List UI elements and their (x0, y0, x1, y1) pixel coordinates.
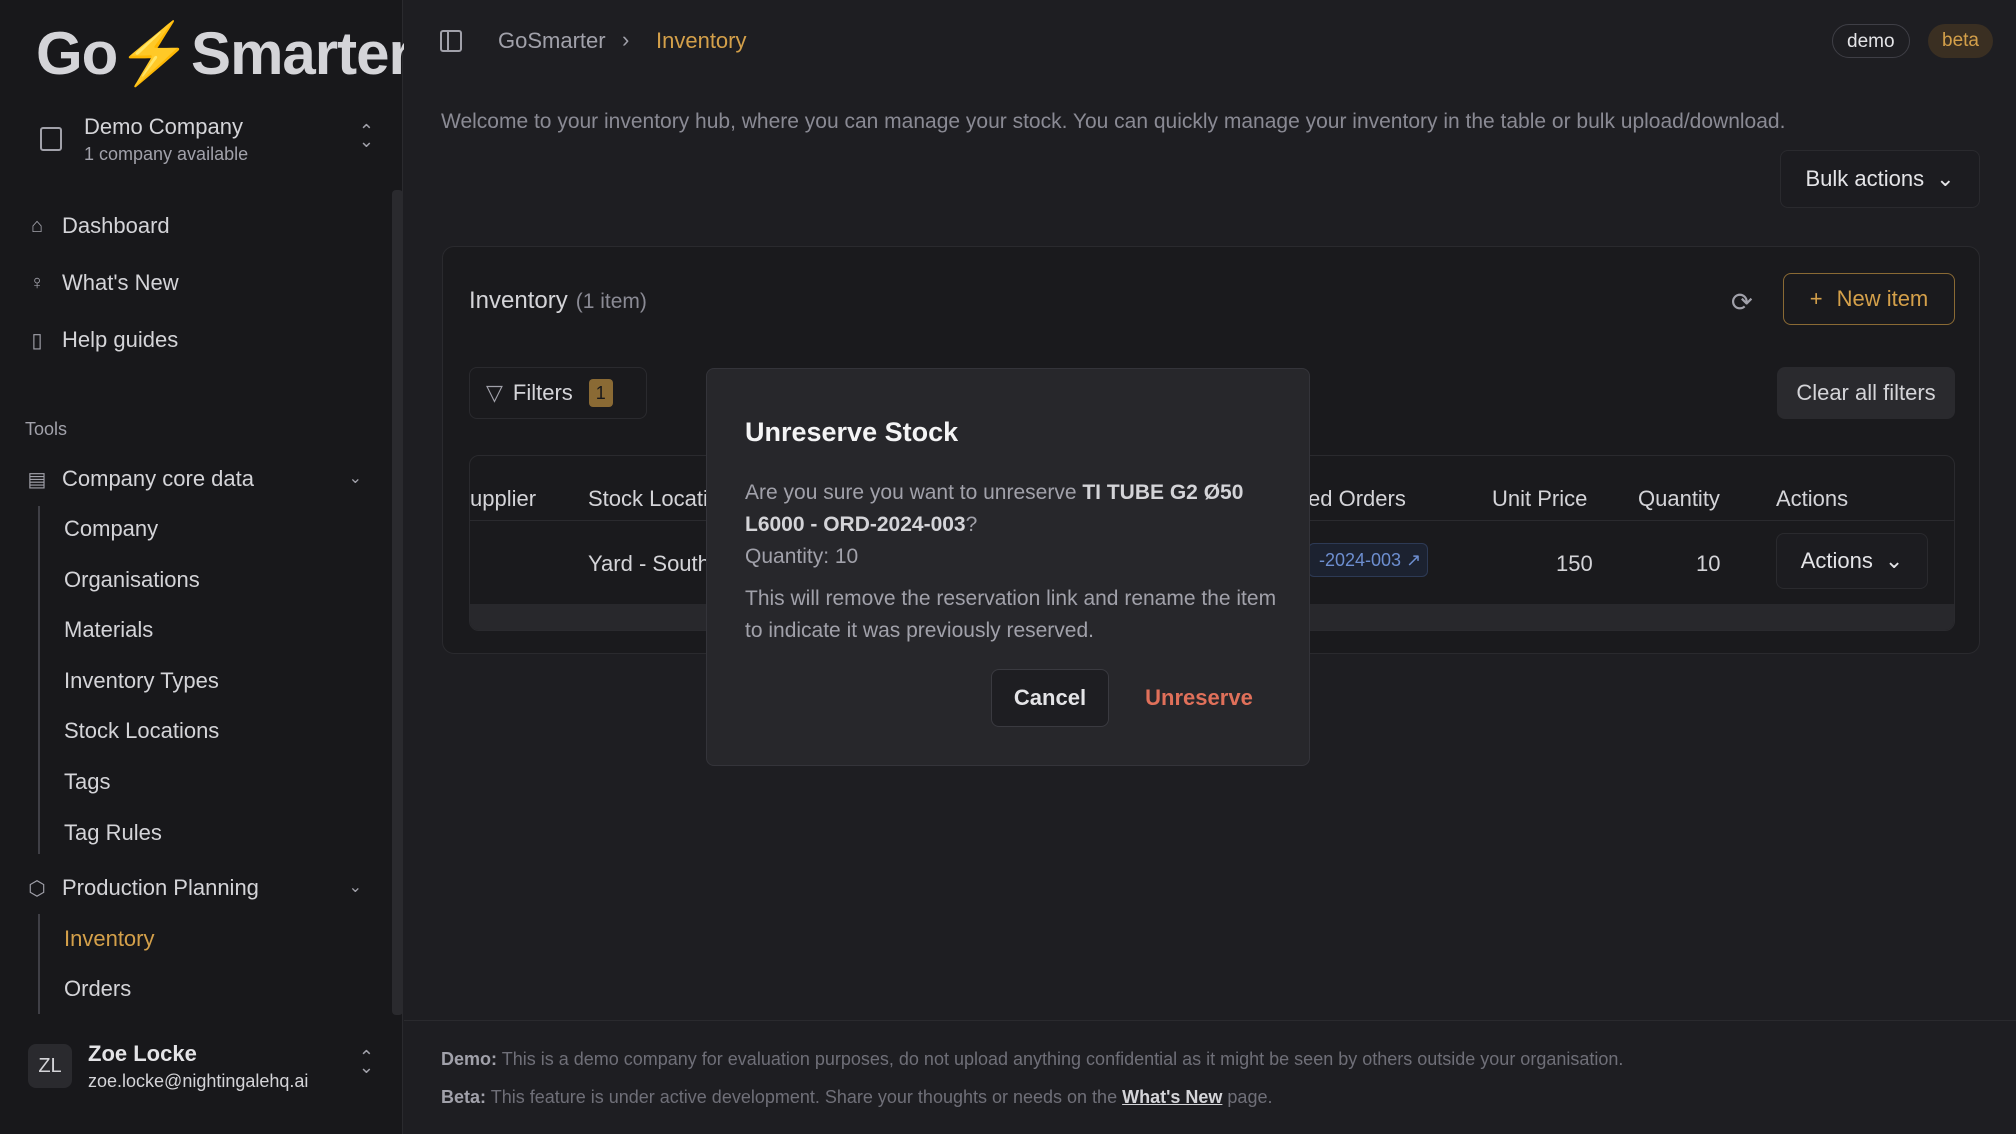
nav-stock-locations[interactable]: Stock Locations (64, 718, 219, 744)
topbar: GoSmarter › Inventory demo beta (404, 0, 2016, 80)
box-icon: ⬡ (28, 877, 46, 900)
breadcrumb-root[interactable]: GoSmarter (498, 28, 606, 54)
beta-notice: Beta: This feature is under active devel… (441, 1087, 1273, 1107)
order-link[interactable]: -2024-003 ↗ (1308, 543, 1428, 577)
app: Go⚡Smarter Demo Company 1 company availa… (0, 0, 2016, 1134)
whats-new-link[interactable]: What's New (1122, 1087, 1222, 1107)
chevron-right-icon: › (622, 27, 630, 52)
nav-company-core-data[interactable]: ▤ Company core data (24, 459, 364, 499)
building-icon: ▤ (27, 468, 47, 491)
company-name: Demo Company (84, 113, 243, 139)
inbox-icon: ⌂ (30, 214, 44, 237)
footer: Demo: This is a demo company for evaluat… (404, 1020, 2016, 1134)
nav-tags[interactable]: Tags (64, 769, 110, 795)
bolt-icon: ⚡ (117, 20, 192, 87)
breadcrumb-current: Inventory (656, 28, 747, 53)
cell-quantity: 10 (1696, 551, 1721, 576)
clear-filters-button[interactable]: Clear all filters (1777, 367, 1955, 419)
bulk-actions-button[interactable]: Bulk actions ⌄ (1780, 150, 1980, 208)
nav-materials[interactable]: Materials (64, 617, 153, 643)
col-reserved-orders[interactable]: ed Orders (1308, 486, 1406, 512)
demo-notice: Demo: This is a demo company for evaluat… (441, 1049, 1624, 1069)
dialog-body: Are you sure you want to unreserve TI TU… (745, 481, 1244, 536)
tree-line (38, 506, 40, 854)
beta-badge: beta (1928, 24, 1993, 58)
sidebar: Go⚡Smarter Demo Company 1 company availa… (0, 0, 412, 1134)
demo-badge: demo (1832, 24, 1910, 58)
unreserve-button[interactable]: Unreserve (1135, 669, 1263, 727)
item-count: (1 item) (575, 290, 647, 313)
chevron-down-icon: ⌄ (348, 470, 362, 487)
chevron-down-icon: ⌄ (1884, 548, 1904, 573)
inventory-title: Inventory (1 item) (469, 287, 647, 314)
col-stock-location[interactable]: Stock Locati (588, 486, 708, 512)
cell-unit-price: 150 (1556, 551, 1593, 576)
nav-inventory-types[interactable]: Inventory Types (64, 668, 219, 694)
col-actions: Actions (1776, 486, 1849, 511)
dialog-quantity: Quantity: 10 (745, 545, 859, 568)
welcome-text: Welcome to your inventory hub, where you… (441, 110, 1786, 133)
col-unit-price[interactable]: Unit Price (1492, 486, 1587, 512)
chevron-up-down-icon: ⌃ ⌄ (358, 121, 374, 151)
nav-dashboard[interactable]: ⌂ Dashboard (24, 206, 170, 246)
new-item-button[interactable]: + New item (1783, 273, 1955, 325)
cell-location: Yard - South (588, 551, 710, 576)
nav-orders[interactable]: Orders (64, 976, 131, 1002)
filters-button[interactable]: ▽ Filters 1 (469, 367, 647, 419)
tools-label: Tools (25, 419, 68, 439)
sidebar-toggle-icon[interactable] (440, 30, 462, 52)
sidebar-scrollbar[interactable] (392, 190, 403, 1015)
chevron-down-icon: ⌄ (1936, 166, 1955, 191)
user-name: Zoe Locke (88, 1040, 197, 1066)
row-actions-button[interactable]: Actions ⌄ (1776, 533, 1928, 589)
avatar: ZL (28, 1044, 72, 1088)
company-switcher[interactable]: Demo Company 1 company available ⌃ ⌄ (26, 104, 382, 174)
nav-inventory[interactable]: Inventory (64, 926, 155, 952)
nav-help-guides[interactable]: ▯ Help guides (24, 320, 178, 360)
cancel-button[interactable]: Cancel (991, 669, 1109, 727)
user-email: zoe.locke@nightingalehq.ai (88, 1070, 309, 1091)
nav-company[interactable]: Company (64, 516, 158, 542)
external-link-icon: ↗ (1406, 550, 1422, 570)
funnel-icon: ▽ (486, 380, 503, 405)
tree-line (38, 914, 40, 1014)
dialog-title: Unreserve Stock (745, 417, 959, 447)
nav-tag-rules[interactable]: Tag Rules (64, 820, 162, 846)
nav-organisations[interactable]: Organisations (64, 567, 200, 593)
col-quantity[interactable]: Quantity (1638, 486, 1720, 512)
unreserve-dialog: Unreserve Stock Are you sure you want to… (706, 368, 1310, 766)
company-sub: 1 company available (84, 143, 249, 164)
plus-icon: + (1809, 286, 1823, 311)
dialog-note: This will remove the reservation link an… (745, 587, 1277, 642)
nav-whats-new[interactable]: ♀ What's New (24, 263, 179, 303)
refresh-icon[interactable]: ⟳ (1731, 287, 1753, 318)
col-supplier[interactable]: upplier (470, 486, 536, 512)
chevron-down-icon: ⌄ (348, 879, 362, 896)
logo: Go⚡Smarter (36, 20, 412, 87)
filter-count-badge: 1 (588, 379, 613, 407)
building-icon (40, 127, 62, 151)
nav-production-planning[interactable]: ⬡ Production Planning (24, 868, 364, 908)
lightbulb-icon: ♀ (29, 271, 45, 294)
user-menu[interactable]: ZL Zoe Locke zoe.locke@nightingalehq.ai … (26, 1036, 382, 1096)
book-icon: ▯ (31, 329, 43, 352)
chevron-up-down-icon: ⌃ ⌄ (358, 1047, 374, 1077)
